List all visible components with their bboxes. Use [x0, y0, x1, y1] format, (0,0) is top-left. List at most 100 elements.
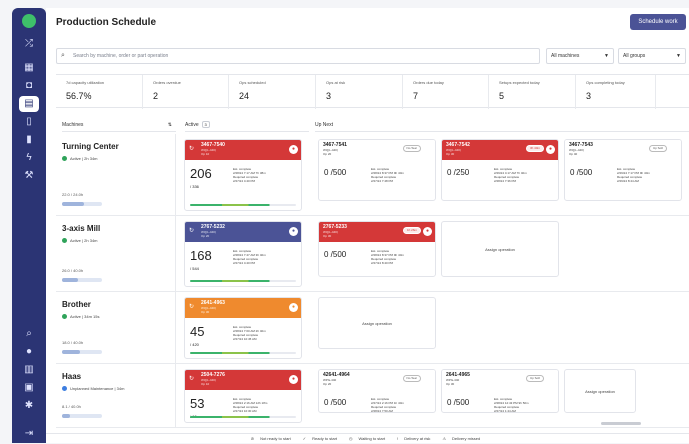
status-icon[interactable]: ● — [289, 375, 298, 384]
completed-qty: 53 — [190, 396, 205, 411]
legend-icon: ✓ — [302, 436, 307, 441]
op-number: Op 20 — [323, 152, 332, 156]
chart-icon[interactable]: ▮ — [22, 134, 36, 146]
schedule-icon[interactable]: ▤ — [19, 96, 39, 112]
capacity-bar — [62, 278, 102, 282]
status-icon[interactable]: ● — [423, 227, 432, 236]
scheduled-qty: 0 /500 — [324, 250, 347, 259]
assign-operation-slot[interactable]: Assign operation — [564, 369, 636, 413]
machine-info[interactable]: Haas Unplanned Maintenance | 34m 8.1 / 40.… — [56, 364, 176, 427]
card-header: 2641-4965 WPG-440 Op 30 Up Soft — [442, 370, 558, 390]
factory-icon[interactable]: ▦ — [22, 62, 36, 74]
active-job-card[interactable]: ↻2504-7276WQ(L-440)Op 10●53/ 60Est. comp… — [184, 369, 302, 423]
running-icon: ↻ — [189, 304, 195, 310]
est-complete: Est. complete 2/29/24 4:17 AM 7h 40m Requi… — [494, 167, 527, 183]
legend-label: Waiting to start — [358, 436, 386, 441]
legend-item: ! Delivery at risk — [397, 436, 434, 441]
machine-status: Active | 34m 15s — [62, 314, 175, 320]
up-next-job-card[interactable]: 42641-4964 WPG-440 Op 20 No Tear 0 /500 Est. … — [318, 369, 436, 413]
machine-hours: 26.0 / 40.0h — [62, 268, 84, 273]
assign-operation-slot[interactable]: Assign operation — [318, 297, 436, 349]
library-icon[interactable]: ▥ — [22, 364, 36, 376]
machine-info[interactable]: Turning Center Active | 2h 34m 22.0 / 24.0… — [56, 134, 176, 215]
active-job-card[interactable]: ↻ 2767-5232 WQ(L-440) Op 20 ● 168/ 544 Est. co… — [184, 221, 302, 287]
scheduled-qty: 0 /500 — [324, 398, 347, 407]
est-complete: Est. complete 2/28/24 7:47 AM 3h 40m Requi… — [233, 249, 266, 265]
logout-icon[interactable]: ⇥ — [22, 428, 36, 440]
card-header: 3467-7542 WQ(L-440) Op 30 3h 40m ● — [442, 140, 558, 160]
status-icon[interactable]: ● — [546, 145, 555, 154]
running-icon: ↻ — [189, 228, 195, 234]
up-next-job-card[interactable]: 3467-7541 WQ(L-440) Op 20 No Tear 0 /500 Est.… — [318, 139, 436, 201]
capacity-bar — [62, 414, 102, 418]
legend-item: ⚠ Delivery missed — [442, 436, 484, 441]
completed-qty: 206 — [190, 166, 212, 181]
up-next-job-card[interactable]: 2641-4965 WPG-440 Op 30 Up Soft 0 /500 Est. c… — [441, 369, 559, 413]
machine-status-text: Unplanned Maintenance | 34m — [70, 386, 125, 391]
schedule-work-button[interactable]: Schedule work — [630, 14, 686, 30]
orders-icon[interactable]: ◘ — [22, 80, 36, 92]
document-icon[interactable]: ▯ — [22, 116, 36, 128]
op-number: Op 10 — [201, 152, 210, 156]
card-header: ↻ 2504-7276 WQ(L-440) Op 10 ● — [185, 370, 301, 390]
search-input[interactable]: ⌕ Search by machine, order or part opera… — [56, 48, 540, 64]
progress-segments — [190, 416, 296, 418]
machine-info[interactable]: Brother Active | 34m 15s 18.0 / 40.0h — [56, 292, 176, 363]
status-pill: 3h 40m — [525, 145, 544, 152]
stat-value: 5 — [499, 91, 505, 101]
wrench-icon[interactable]: ⚒ — [22, 170, 36, 182]
est-complete: Est. complete 2/27/24 2:16 PM 1h 40m Requi… — [371, 397, 404, 412]
req-complete-value: 2/27/24 10:30 AM — [233, 409, 257, 413]
shuffle-icon[interactable]: ⤮ — [22, 38, 36, 50]
assign-operation-slot[interactable]: Assign operation — [441, 221, 559, 277]
legend-item: ◷ Waiting to start — [349, 436, 389, 441]
scheduled-qty: 0 /250 — [447, 168, 470, 177]
logo-icon — [22, 14, 36, 28]
running-icon: ↻ — [189, 146, 195, 152]
machine-status-text: Active | 2h 34m — [70, 156, 98, 161]
horizontal-scrollbar[interactable] — [601, 422, 641, 425]
status-legend: ⊘ Not ready to start ✓ Ready to start ◷ Waiti… — [46, 433, 689, 443]
machine-row: Brother Active | 34m 15s 18.0 / 40.0h ↻ 2641… — [56, 292, 689, 364]
stat-value: 3 — [586, 91, 592, 101]
status-icon[interactable]: ● — [289, 303, 298, 312]
op-number: Op 40 — [569, 152, 578, 156]
up-next-job-card[interactable]: 2767-5233 WQ(L-440) Op 30 1h 26m ● 0 /500 Est.… — [318, 221, 436, 277]
grid-icon[interactable]: ▣ — [22, 382, 36, 394]
stat-label: Orders due today — [413, 80, 444, 85]
active-job-card[interactable]: ↻ 3467-7540 WQ(L-440) Op 10 ● 206/ 336 Est. co… — [184, 139, 302, 211]
est-complete: Est. complete 2/28/24 12:43 PM 9h 50m Requ… — [494, 397, 529, 412]
status-icon[interactable]: ● — [289, 227, 298, 236]
req-complete-value: 2/29/24 8:44 AM — [617, 179, 639, 183]
machine-status-text: Active | 2h 34m — [70, 238, 98, 243]
active-column-header: Active 3 — [185, 118, 309, 132]
card-header: 2767-5233 WQ(L-440) Op 30 1h 26m ● — [319, 222, 435, 242]
sort-icon[interactable]: ⇅ — [168, 118, 172, 132]
total-qty: / 544 — [190, 266, 199, 271]
stat-label: Ops scheduled — [239, 80, 266, 85]
up-next-job-card[interactable]: 3467-7542 WQ(L-440) Op 30 3h 40m ● 0 /250 Est.… — [441, 139, 559, 201]
status-icon[interactable]: ● — [289, 145, 298, 154]
machines-select[interactable]: All machines ▼ — [546, 48, 614, 64]
op-number: Op 20 — [323, 382, 332, 386]
up-next-header-label: Up Next — [315, 122, 334, 128]
stat-2: Ops scheduled 24 — [229, 75, 316, 109]
up-next-job-card[interactable]: 3467-7543 WQ(L-440) Op 40 Up Soft 0 /500 Est.… — [564, 139, 682, 201]
groups-select[interactable]: All groups ▼ — [618, 48, 686, 64]
legend-label: Not ready to start — [260, 436, 291, 441]
machine-info[interactable]: 3-axis Mill Active | 2h 34m 26.0 / 40.0h — [56, 216, 176, 291]
total-qty: / 336 — [190, 184, 199, 189]
status-pill: 1h 26m — [402, 227, 421, 234]
card-header: ↻ 2767-5232 WQ(L-440) Op 20 ● — [185, 222, 301, 242]
machines-column-header[interactable]: Machines ⇅ — [62, 118, 176, 132]
status-dot-icon — [62, 238, 67, 244]
card-header: 42641-4964 WPG-440 Op 20 No Tear — [319, 370, 435, 390]
req-complete-value: 2/27/24 7:48 PM — [371, 179, 394, 183]
status-dot-icon — [62, 314, 67, 320]
settings-icon[interactable]: ✱ — [22, 400, 36, 412]
scheduled-qty: 0 /500 — [324, 168, 347, 177]
lightning-icon[interactable]: ϟ — [22, 152, 36, 164]
help-icon[interactable]: ● — [22, 346, 36, 358]
active-job-card[interactable]: ↻ 2641-4963 WQ(L-440) Op 30 ● 45/ 420 Est. com… — [184, 297, 302, 359]
search-icon[interactable]: ⌕ — [22, 328, 36, 340]
